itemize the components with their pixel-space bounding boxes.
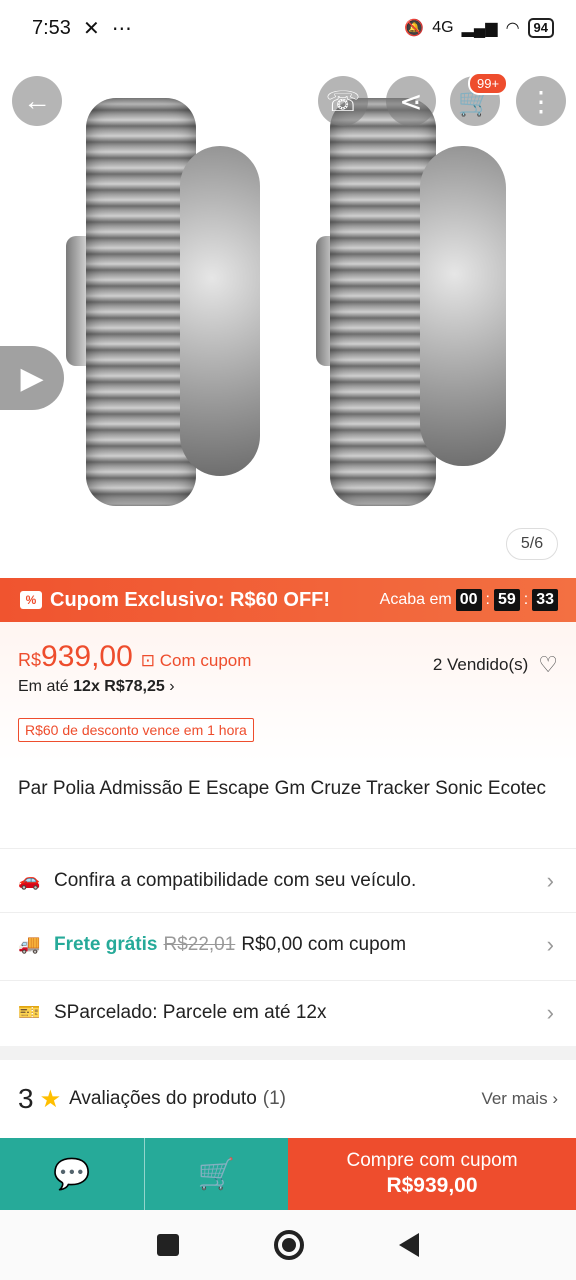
status-bar: 7:53 ✕ ⋯ 🔕 4G ▂▄▆ ◠ 94 (0, 0, 576, 56)
add-to-cart-button[interactable]: 🛒 (144, 1138, 288, 1210)
reviews-summary[interactable]: 3 ★ Avaliações do produto (1) Ver mais › (0, 1062, 576, 1136)
home-icon (281, 1238, 296, 1252)
signal-icon: ▂▄▆ (461, 20, 498, 37)
see-more-text: Ver mais (481, 1089, 548, 1108)
product-image-hub-left (180, 146, 260, 476)
chevron-right-icon: › (546, 999, 554, 1025)
installments-icon: 🎫 (18, 1002, 41, 1022)
sold-count: 2 Vendido(s) ♡ (433, 652, 558, 678)
chevron-right-icon: › (169, 678, 175, 695)
price-currency: R$ (18, 650, 42, 670)
review-score: 3 (18, 1083, 34, 1114)
product-title: Par Polia Admissão E Escape Gm Cruze Tra… (18, 778, 546, 799)
battery-icon: 94 (527, 18, 554, 38)
installments-value: 12x R$78,25 (73, 678, 165, 695)
share-button[interactable]: ⋖ (386, 76, 436, 126)
image-counter: 5/6 (506, 528, 558, 560)
kebab-menu-icon: ⋮ (527, 85, 555, 117)
back-button[interactable]: ← (12, 76, 62, 126)
system-nav-bar (0, 1210, 576, 1280)
truck-icon: 🚚 (18, 934, 41, 954)
network-label: 4G (432, 19, 454, 36)
buy-button-label: Compre com cupom (346, 1150, 518, 1171)
price-value: 939,00 (41, 640, 133, 673)
countdown: Acaba em 00 : 59 : 33 (380, 589, 558, 611)
car-icon: 🚗 (18, 870, 41, 890)
countdown-seconds: 33 (532, 589, 558, 611)
coupon-price-label: ⊡ Com cupom (141, 651, 252, 671)
chat-button[interactable]: 💬 (0, 1138, 144, 1210)
coupon-price-icon: ⊡ (140, 651, 156, 670)
installments-prefix: Em até (18, 678, 69, 695)
sold-count-text: 2 Vendido(s) (432, 655, 529, 674)
coupon-banner[interactable]: % Cupom Exclusivo: R$60 OFF! Acaba em 00… (0, 578, 576, 622)
chat-icon: 💬 (53, 1157, 91, 1191)
countdown-separator: : (485, 591, 490, 608)
wifi-icon: ◠ (505, 20, 520, 37)
free-shipping-label: Frete grátis (54, 933, 158, 955)
discount-expiry-tag: R$60 de desconto vence em 1 hora (18, 718, 254, 742)
coupon-tag-icon: % (20, 591, 42, 609)
bottom-action-bar: 💬 🛒 Compre com cupom R$939,00 (0, 1138, 576, 1210)
countdown-label: Acaba em (379, 591, 452, 608)
shipping-new-price: R$0,00 com cupom (241, 933, 407, 955)
parcelado-text: SParcelado: Parcele em até 12x (54, 1001, 327, 1023)
coupon-title: Cupom Exclusivo: R$60 OFF! (50, 588, 331, 611)
clock: 7:53 (32, 16, 71, 39)
notification-icon: ✕ (82, 17, 100, 40)
reviews-label: Avaliações do produto (69, 1088, 257, 1109)
countdown-separator: : (523, 591, 529, 608)
more-options-button[interactable]: ⋮ (516, 76, 566, 126)
arrow-left-icon: ← (23, 85, 51, 116)
countdown-minutes: 59 (493, 589, 520, 611)
recents-button[interactable] (157, 1234, 180, 1256)
whatsapp-icon: ☏ (325, 85, 361, 117)
see-more-link[interactable]: Ver mais › (481, 1089, 558, 1109)
price-section: R$ 939,00 ⊡ Com cupom 2 Vendido(s) ♡ Em … (0, 622, 576, 762)
compatibility-row[interactable]: 🚗 Confira a compatibilidade com seu veíc… (0, 848, 576, 912)
home-button[interactable] (273, 1230, 304, 1260)
share-icon: ⋖ (399, 85, 423, 117)
installments-info[interactable]: Em até 12x R$78,25 › (18, 678, 558, 696)
play-video-button[interactable]: ▶ (0, 346, 64, 410)
product-image-gallery[interactable]: ← ☏ ⋖ 🛒 99+ ⋮ ▶ 5/6 (0, 56, 576, 576)
mute-icon: 🔕 (404, 20, 425, 37)
buy-with-coupon-button[interactable]: Compre com cupom R$939,00 (288, 1138, 576, 1210)
section-divider (0, 1046, 576, 1060)
star-icon: ★ (39, 1085, 62, 1113)
reviews-count: (1) (262, 1088, 286, 1109)
shipping-row[interactable]: 🚚 Frete grátis R$22,01 R$0,00 com cupom … (0, 912, 576, 976)
coupon-price-text: Com cupom (159, 651, 252, 670)
shipping-old-price: R$22,01 (163, 933, 236, 955)
product-image-hub-right (420, 146, 506, 466)
whatsapp-share-button[interactable]: ☏ (318, 76, 368, 126)
countdown-hours: 00 (455, 589, 482, 611)
chevron-right-icon: › (546, 931, 554, 957)
back-nav-button[interactable] (398, 1233, 419, 1257)
cart-badge: 99+ (468, 72, 509, 95)
buy-button-price: R$939,00 (386, 1174, 478, 1197)
parcelado-row[interactable]: 🎫 SParcelado: Parcele em até 12x › (0, 980, 576, 1044)
compatibility-text: Confira a compatibilidade com seu veícul… (54, 869, 417, 891)
play-icon: ▶ (20, 361, 44, 395)
chevron-right-icon: › (546, 867, 554, 893)
chevron-right-icon: › (552, 1089, 558, 1108)
add-cart-icon: 🛒 (197, 1157, 236, 1191)
more-notifications-icon: ⋯ (111, 17, 132, 40)
favorite-heart-icon[interactable]: ♡ (538, 652, 558, 678)
